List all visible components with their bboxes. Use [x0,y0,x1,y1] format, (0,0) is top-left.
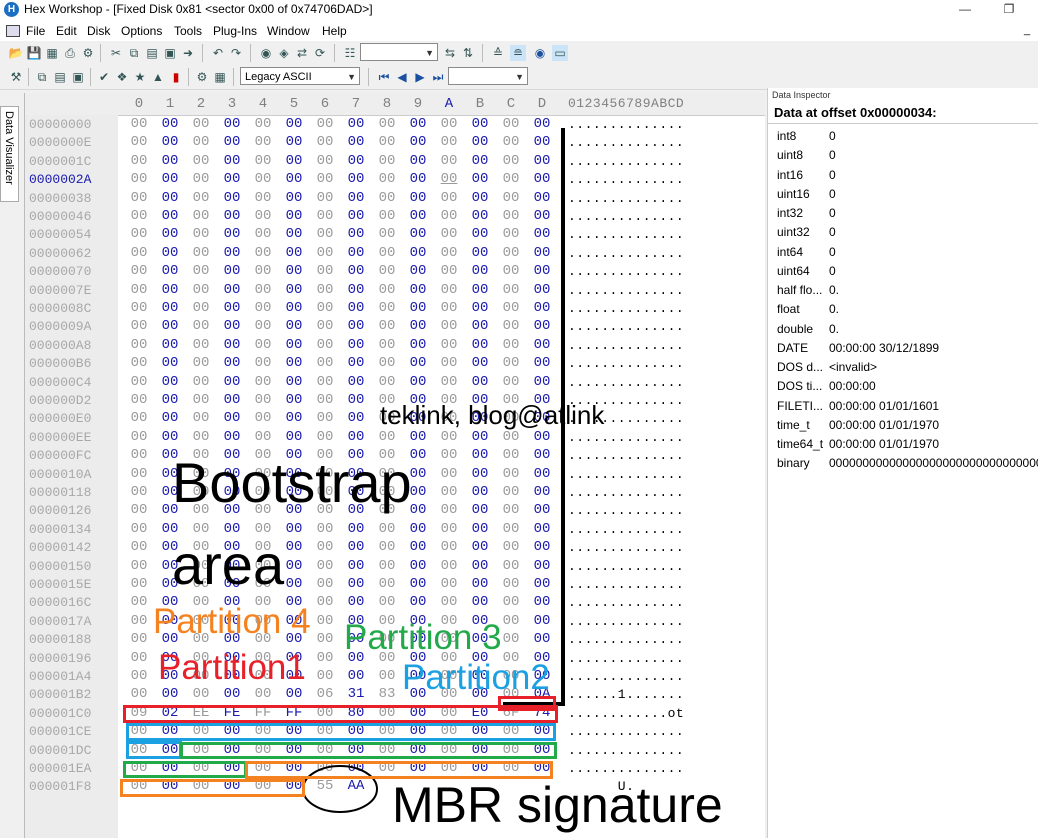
partition4-label: Partition 4 [153,602,311,641]
partition1-box [123,705,558,723]
partition1-label: Partition1 [158,648,306,687]
partition3-label: Partition 3 [344,618,502,657]
watermark-text: teklink, blog@atlink [380,400,605,430]
partition3-box [180,742,557,759]
mbr-signature-label: MBR signature [392,777,723,833]
partition2-label: Partition2 [402,658,550,697]
partition4-box-end [120,779,305,797]
partition3-box-end [123,761,247,778]
bootstrap-label: Bootstrap [172,451,412,514]
bootstrap-area-label: area [172,533,285,596]
partition2-box [126,723,556,741]
partition2-box-end [126,741,182,759]
